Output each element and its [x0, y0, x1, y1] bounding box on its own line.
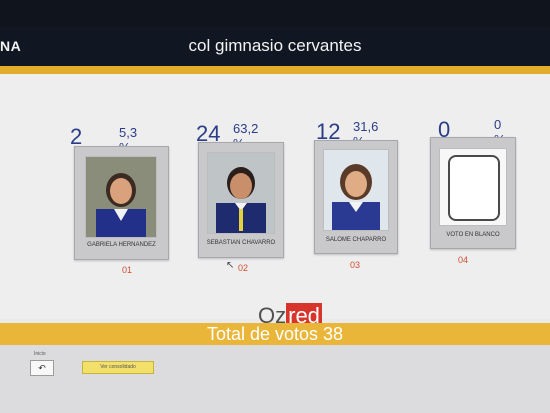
accent-rule — [0, 66, 550, 74]
candidate-card[interactable]: GABRIELA HERNANDEZ — [74, 146, 169, 260]
candidate-card[interactable]: SALOME CHAPARRO — [314, 140, 398, 254]
candidate-number: 04 — [458, 255, 469, 265]
title-bar: NA col gimnasio cervantes — [0, 26, 550, 66]
section-label: Inicio — [34, 351, 46, 357]
candidate-photo — [207, 152, 275, 234]
candidate-name: SEBASTIAN CHAVARRO — [206, 240, 276, 246]
candidate-photo-image — [86, 157, 156, 237]
candidate-number: 01 — [122, 265, 133, 275]
candidate-photo — [85, 156, 157, 238]
mouse-cursor-icon: ↖ — [226, 260, 235, 271]
blank-vote-box — [439, 148, 507, 226]
candidate-name: SALOME CHAPARRO — [325, 237, 387, 243]
candidate-photo-image — [208, 153, 274, 233]
screen: NA col gimnasio cervantes 2 5,3 % GABRIE… — [0, 0, 550, 413]
back-button[interactable]: ↶ — [30, 360, 54, 376]
candidate-photo — [323, 149, 389, 231]
candidate-card[interactable]: SEBASTIAN CHAVARRO — [198, 142, 284, 258]
total-votes-banner: Total de votos 38 — [0, 323, 550, 345]
page-title: col gimnasio cervantes — [188, 36, 362, 55]
candidate-number: 03 — [350, 260, 361, 270]
consolidated-button[interactable]: Ver consolidado — [82, 361, 154, 374]
candidate-number: 02 — [238, 263, 249, 273]
bottom-panel — [0, 345, 550, 413]
candidate-name: GABRIELA HERNANDEZ — [87, 242, 156, 248]
top-bar — [0, 0, 550, 26]
candidate-card[interactable]: VOTO EN BLANCO — [430, 137, 516, 249]
blank-ballot-icon — [448, 155, 500, 221]
back-arrow-icon: ↶ — [38, 363, 46, 373]
candidate-name: VOTO EN BLANCO — [446, 232, 500, 238]
candidate-photo-image — [324, 150, 388, 230]
